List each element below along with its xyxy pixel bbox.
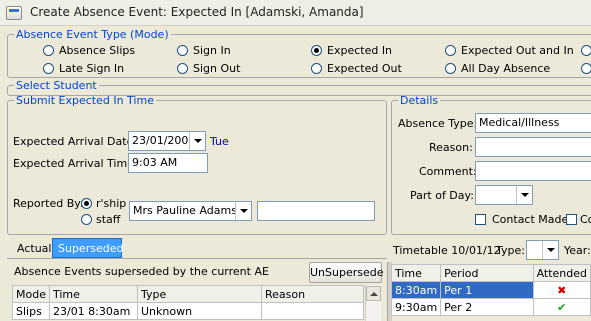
cell-tt-time: 8:30am xyxy=(390,281,442,299)
absence-type-value[interactable]: Medical/Illness xyxy=(475,113,591,133)
radio-extra-mode[interactable] xyxy=(581,45,591,56)
superseded-caption: Absence Events superseded by the current… xyxy=(14,265,269,278)
reason-label: Reason: xyxy=(429,141,473,154)
col-mode[interactable]: Mode xyxy=(12,285,50,303)
arrival-date-value: 23/01/2008 xyxy=(132,134,196,147)
radio-expected-in-label[interactable]: Expected In xyxy=(327,44,392,57)
col-type[interactable]: Type xyxy=(136,285,262,303)
cell-time: 23/01 8:30am xyxy=(48,302,138,320)
extra-checkbox-label[interactable]: Co xyxy=(580,213,591,226)
arrival-date-label: Expected Arrival Date: xyxy=(13,135,138,148)
absence-type-label: Absence Type: xyxy=(398,117,478,130)
radio-reported-relationship[interactable] xyxy=(81,198,92,209)
superseded-scrollbar[interactable] xyxy=(365,285,381,321)
timetable-type-label: Type: xyxy=(496,244,525,257)
arrival-time-label: Expected Arrival Time: xyxy=(13,157,138,170)
cell-reason xyxy=(260,302,365,320)
radio-expected-out-and-in-label[interactable]: Expected Out and In xyxy=(461,44,574,57)
timetable-year-label: Year: xyxy=(564,244,591,257)
cell-mode: Slips xyxy=(12,302,50,320)
chevron-down-icon[interactable] xyxy=(516,186,532,204)
part-of-day-label: Part of Day: xyxy=(410,189,474,202)
table-row[interactable]: 8:30am Per 1 ✖ xyxy=(390,281,591,299)
col-tt-period[interactable]: Period xyxy=(440,264,534,282)
col-tt-attended[interactable]: Attended xyxy=(532,264,591,282)
table-header-row: Mode Time Type Reason xyxy=(12,285,365,303)
select-student-legend[interactable]: Select Student xyxy=(14,80,99,91)
contact-made-checkbox[interactable] xyxy=(475,214,486,225)
cell-tt-time: 9:30am xyxy=(390,298,442,316)
comment-label: Comment: xyxy=(419,165,477,178)
cell-tt-period: Per 2 xyxy=(440,298,534,316)
reporter-value: Mrs Pauline Adamski xyxy=(133,204,247,217)
radio-reported-staff[interactable] xyxy=(81,214,92,225)
submit-legend: Submit Expected In Time xyxy=(16,94,154,107)
reporter-extra-input[interactable] xyxy=(257,201,375,221)
attended-status-absent: ✖ xyxy=(557,283,567,297)
radio-reported-staff-label[interactable]: staff xyxy=(96,213,120,226)
timetable-label: Timetable 10/01/12 xyxy=(393,244,501,257)
radio-all-day-absence[interactable] xyxy=(445,63,456,74)
window-icon xyxy=(6,6,22,20)
radio-expected-out-label[interactable]: Expected Out xyxy=(327,62,402,75)
attended-status-present: ✔ xyxy=(557,300,567,314)
cell-tt-period: Per 1 xyxy=(440,281,534,299)
title-bar: Create Absence Event: Expected In [Adams… xyxy=(0,0,591,26)
tab-divider xyxy=(7,258,387,259)
arrival-time-input[interactable]: 9:03 AM xyxy=(128,153,208,173)
details-legend: Details xyxy=(400,94,439,107)
tab-actual[interactable]: Actual xyxy=(12,239,56,259)
tab-superseded[interactable]: Superseded xyxy=(52,238,123,258)
col-time[interactable]: Time xyxy=(48,285,138,303)
radio-reported-relationship-label[interactable]: r'ship xyxy=(96,197,126,210)
part-of-day-select[interactable] xyxy=(475,185,533,205)
radio-absence-slips[interactable] xyxy=(43,45,54,56)
radio-sign-out[interactable] xyxy=(177,63,188,74)
unsupersede-button[interactable]: UnSupersede xyxy=(309,262,384,283)
chevron-down-icon[interactable] xyxy=(235,202,251,220)
chevron-down-icon[interactable] xyxy=(189,132,205,150)
window-title: Create Absence Event: Expected In [Adams… xyxy=(30,5,364,19)
radio-expected-in[interactable] xyxy=(311,45,322,56)
radio-expected-out[interactable] xyxy=(311,63,322,74)
extra-checkbox[interactable] xyxy=(566,214,577,225)
radio-all-day-absence-label[interactable]: All Day Absence xyxy=(461,62,550,75)
scroll-up-icon[interactable] xyxy=(366,286,381,301)
present-tick-icon: ✔ xyxy=(532,298,591,316)
radio-sign-in-label[interactable]: Sign In xyxy=(193,44,231,57)
cell-type: Unknown xyxy=(136,302,262,320)
table-row[interactable]: 9:30am Per 2 ✔ xyxy=(390,298,591,316)
radio-expected-out-and-in[interactable] xyxy=(445,45,456,56)
timetable-type-select[interactable] xyxy=(526,240,559,260)
absence-type-legend: Absence Event Type (Mode) xyxy=(16,28,169,41)
arrival-date-picker[interactable]: 23/01/2008 xyxy=(128,131,206,151)
radio-late-sign-in-label[interactable]: Late Sign In xyxy=(59,62,124,75)
comment-input[interactable] xyxy=(475,161,591,181)
radio-extra-mode-2[interactable] xyxy=(581,63,591,74)
reason-input[interactable] xyxy=(475,137,591,157)
radio-sign-out-label[interactable]: Sign Out xyxy=(193,62,240,75)
contact-made-label[interactable]: Contact Made xyxy=(492,213,568,226)
arrival-day: Tue xyxy=(210,135,229,148)
reported-by-label: Reported By: xyxy=(13,197,84,210)
col-reason[interactable]: Reason xyxy=(260,285,365,303)
table-row[interactable]: Slips 23/01 8:30am Unknown xyxy=(12,302,365,320)
col-tt-time[interactable]: Time xyxy=(390,264,442,282)
timetable-header-row: Time Period Attended xyxy=(390,264,591,282)
timetable-table: Time Period Attended 8:30am Per 1 ✖ 9:30… xyxy=(390,264,591,316)
reporter-select[interactable]: Mrs Pauline Adamski xyxy=(129,201,252,221)
superseded-table: Mode Time Type Reason Slips 23/01 8:30am… xyxy=(12,285,365,320)
absent-cross-icon: ✖ xyxy=(532,281,591,299)
radio-late-sign-in[interactable] xyxy=(43,63,54,74)
radio-sign-in[interactable] xyxy=(177,45,188,56)
chevron-down-icon[interactable] xyxy=(542,241,558,259)
radio-absence-slips-label[interactable]: Absence Slips xyxy=(59,44,135,57)
